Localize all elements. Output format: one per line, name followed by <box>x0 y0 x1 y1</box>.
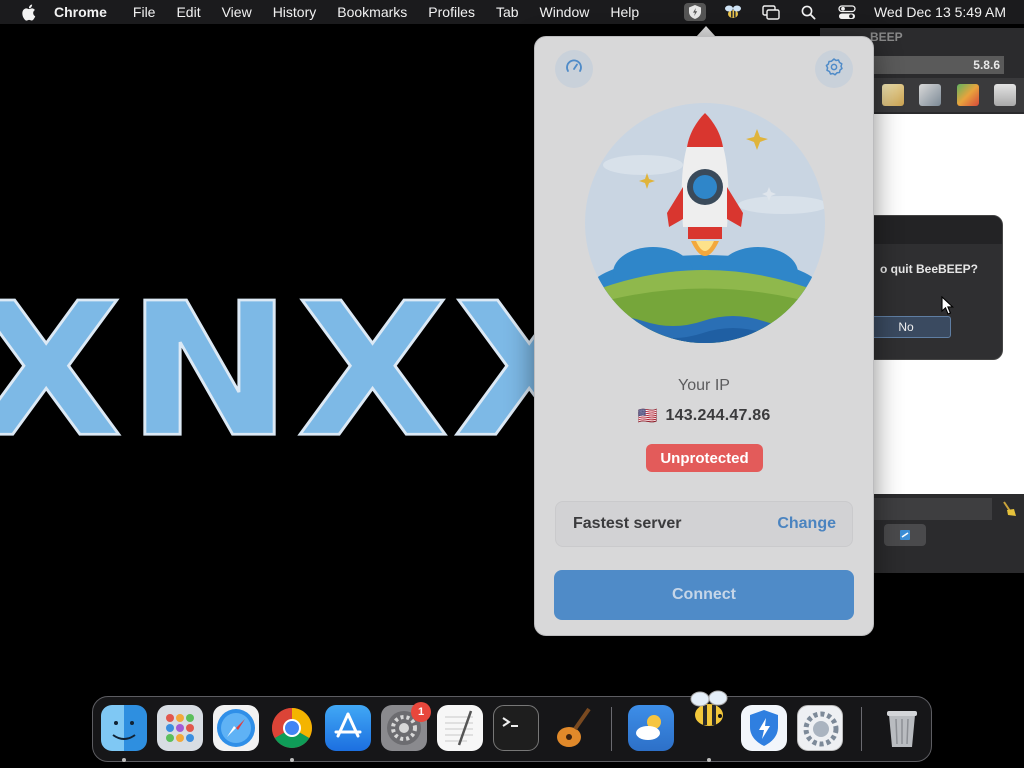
server-selector[interactable]: Fastest server Change <box>555 501 853 547</box>
menu-app-chrome[interactable]: Chrome <box>54 4 107 20</box>
apple-menu-icon[interactable] <box>18 4 38 21</box>
settings-button[interactable] <box>815 50 853 88</box>
rocket-illustration <box>585 103 825 343</box>
change-server-link[interactable]: Change <box>777 515 836 533</box>
status-area: Wed Dec 13 5:49 AM <box>668 0 1006 24</box>
connect-button[interactable]: Connect <box>554 570 854 620</box>
beebeep-window-title: BEEP <box>870 30 903 44</box>
launchpad-icon[interactable] <box>157 705 203 751</box>
color-palette-icon[interactable] <box>956 84 979 106</box>
menu-edit[interactable]: Edit <box>176 4 200 20</box>
menu-clock[interactable]: Wed Dec 13 5:49 AM <box>874 4 1006 20</box>
ip-address-value: 143.244.47.86 <box>665 407 771 424</box>
ip-row: 🇺🇸 143.244.47.86 <box>535 406 873 426</box>
finder-icon[interactable] <box>101 705 147 751</box>
beebeep-message-input[interactable] <box>874 498 992 520</box>
update-count-badge: 1 <box>411 702 431 722</box>
beebeep-send-file-button[interactable] <box>884 524 926 546</box>
protection-status-badge: Unprotected <box>646 444 763 472</box>
trash-icon[interactable] <box>879 705 925 751</box>
dock: 1 <box>92 690 932 762</box>
menu-bar: Chrome File Edit View History Bookmarks … <box>0 0 1024 24</box>
control-center-icon[interactable] <box>836 3 858 21</box>
menu-profiles[interactable]: Profiles <box>428 4 475 20</box>
vpn-shield-icon[interactable] <box>683 3 706 21</box>
speedometer-icon <box>565 58 583 81</box>
safari-icon[interactable] <box>213 705 259 751</box>
menu-history[interactable]: History <box>273 4 317 20</box>
chrome-running-dot <box>290 758 294 762</box>
mouse-pointer-icon <box>941 295 955 321</box>
finder-running-dot <box>122 758 126 762</box>
dock-separator-trash <box>861 707 862 751</box>
send-broom-icon[interactable] <box>998 498 1020 520</box>
vpn-popover: Your IP 🇺🇸 143.244.47.86 Unprotected Fas… <box>534 36 874 636</box>
textedit-icon[interactable] <box>437 705 483 751</box>
settings-app-icon[interactable] <box>797 705 843 751</box>
trash-icon[interactable] <box>994 84 1017 106</box>
terminal-icon[interactable] <box>493 705 539 751</box>
garageband-icon[interactable] <box>549 705 595 751</box>
menu-window[interactable]: Window <box>540 4 590 20</box>
no-button[interactable]: No <box>861 316 951 338</box>
menu-bookmarks[interactable]: Bookmarks <box>337 4 407 20</box>
beebeep-toolbar <box>874 78 1024 112</box>
beebeep-version-label: 5.8.6 <box>864 56 1004 74</box>
menu-tab[interactable]: Tab <box>496 4 519 20</box>
beebeep-running-dot <box>707 758 711 762</box>
dock-separator <box>611 707 612 751</box>
gear-icon <box>824 57 844 82</box>
server-label: Fastest server <box>573 515 682 532</box>
network-icon[interactable] <box>919 84 942 106</box>
menu-file[interactable]: File <box>133 4 156 20</box>
menu-view[interactable]: View <box>222 4 252 20</box>
screen-mirror-icon[interactable] <box>760 3 782 21</box>
desktop: Chrome File Edit View History Bookmarks … <box>0 0 1024 768</box>
edit-pencil-icon[interactable] <box>881 84 904 106</box>
chrome-icon[interactable] <box>269 705 315 751</box>
speed-test-button[interactable] <box>555 50 593 88</box>
bee-icon[interactable] <box>722 3 744 21</box>
us-flag-icon: 🇺🇸 <box>637 408 658 425</box>
app-store-icon[interactable] <box>325 705 371 751</box>
weather-icon[interactable] <box>628 705 674 751</box>
vpn-app-icon[interactable] <box>741 705 787 751</box>
spotlight-search-icon[interactable] <box>798 3 820 21</box>
menu-help[interactable]: Help <box>610 4 639 20</box>
beebeep-icon[interactable] <box>687 687 733 733</box>
background-logo-text: XNXX <box>0 263 610 478</box>
your-ip-label: Your IP <box>678 377 730 394</box>
